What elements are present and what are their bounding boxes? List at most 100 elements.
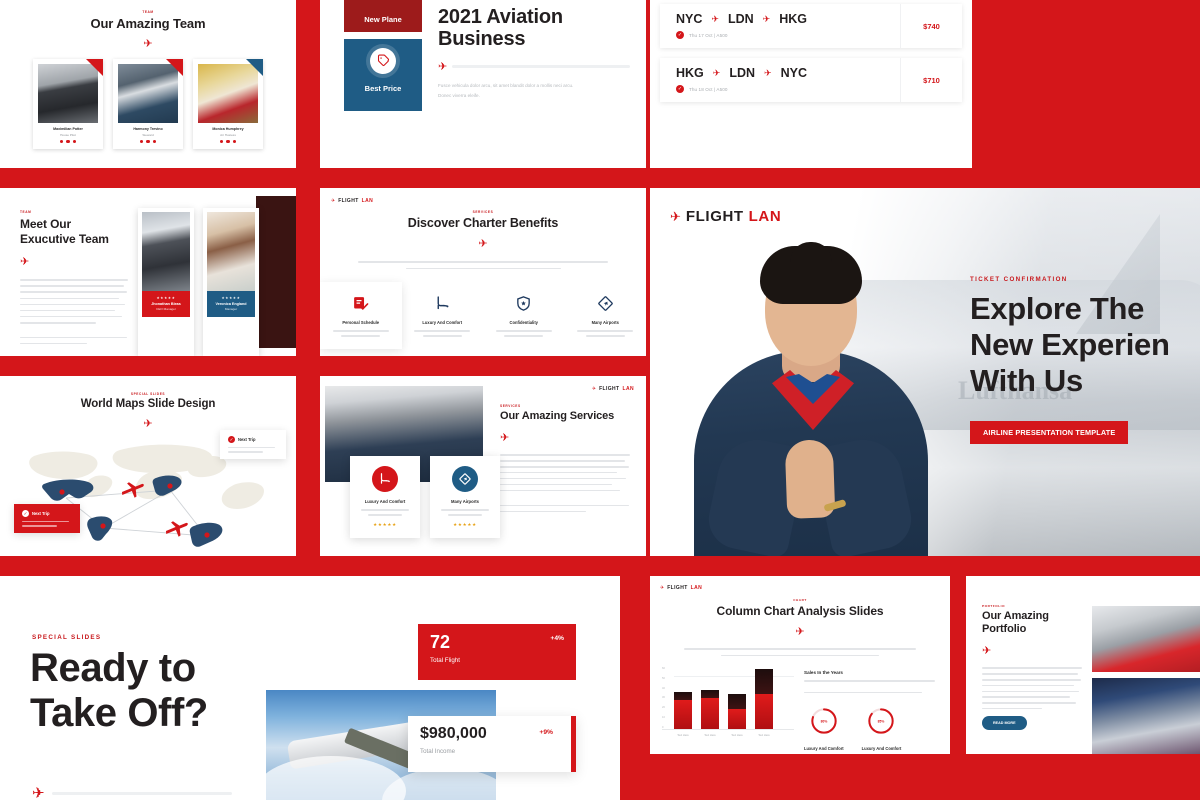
slide-hero-explore[interactable]: Lufthansa ✈ FLIGHT LAN TICKET CONFIRMATIO… <box>650 188 1200 556</box>
airplane-icon: ✈ <box>764 67 772 78</box>
brand-logo[interactable]: ✈ FLIGHT LAN <box>660 585 702 591</box>
bar-column[interactable] <box>728 694 746 730</box>
brand-logo[interactable]: ✈ FLIGHT LAN <box>670 208 781 225</box>
ticket-price[interactable]: $740 <box>900 4 962 48</box>
service-label: Luxury And Comfort <box>364 499 406 504</box>
corner-accent-icon <box>86 59 103 76</box>
body-text-placeholder <box>20 279 128 345</box>
brand-logo[interactable]: ✈ FLIGHT LAN <box>592 386 634 392</box>
airport-diamond-icon <box>452 466 478 492</box>
benefit-confidentiality[interactable]: Confidentiality <box>483 282 565 349</box>
y-tick: 30 <box>662 696 665 700</box>
slide-column-chart[interactable]: ✈ FLIGHT LAN CHART Column Chart Analysis … <box>650 576 950 754</box>
slide-our-services[interactable]: ✈ FLIGHT LAN SERVICES Our Amazing Service… <box>320 376 646 556</box>
slide-ready-to-take-off[interactable]: SPECIAL SLIDES Ready to Take Off? ✈ +4% … <box>0 576 620 800</box>
social-dots[interactable] <box>118 139 178 143</box>
benefit-personal-schedule[interactable]: Personal Schedule <box>320 282 402 349</box>
tile-best-price[interactable]: Best Price <box>344 39 422 111</box>
kpi-total-flight[interactable]: +4% 72 Total Flight <box>418 624 576 680</box>
chart-side-heading: Sales In the Years <box>804 670 843 676</box>
benefit-luxury-comfort[interactable]: Luxury And Comfort <box>402 282 484 349</box>
tile-new-plane[interactable]: New Plane <box>344 0 422 32</box>
rating-stars: ★★★★★ <box>221 296 241 300</box>
rating-stars: ★★★★★ <box>453 521 477 527</box>
bar-column[interactable] <box>701 690 719 730</box>
donut-luxury-1[interactable]: 80% Luxury And Comfort <box>804 706 844 751</box>
executive-role: Manager <box>224 307 238 311</box>
divider-bar <box>452 64 630 68</box>
plane-divider-icon: ✈ <box>795 626 805 638</box>
ticket-meta: Thu 17 Oct | A500 <box>689 32 728 38</box>
member-name: Monica Humphrey <box>212 127 244 131</box>
tile-new-plane-label: New Plane <box>364 15 402 24</box>
plane-divider-icon: ✈ <box>478 238 488 250</box>
ticket-meta: Thu 18 Oct | A500 <box>689 86 728 92</box>
chart-eyebrow: CHART <box>793 598 807 602</box>
brand-name-second: LAN <box>690 585 703 591</box>
hero-line-3: With Us <box>970 362 1083 398</box>
team-card-list: Maximilian Potter House Pilot Harmony Tr… <box>14 59 282 149</box>
y-tick: 60 <box>662 667 665 671</box>
slide-portfolio[interactable]: PORTFOLIO Our Amazing Portfolio ✈ READ M… <box>966 576 1200 754</box>
bar-column[interactable] <box>755 669 773 730</box>
ticket-price[interactable]: $710 <box>900 58 962 102</box>
executive-name: Jhonathan Bleas <box>151 302 181 306</box>
portfolio-image-propeller[interactable] <box>1092 678 1200 754</box>
aviation-title: 2021 Aviation Business <box>438 6 563 51</box>
ticket-row[interactable]: HKG ✈ LDN ✈ NYC ✓ Thu 18 Oct | A500 $710 <box>660 58 962 102</box>
route-codes: NYC ✈ LDN ✈ HKG <box>676 12 890 26</box>
y-tick: 50 <box>662 676 665 680</box>
service-card-luxury[interactable]: Luxury And Comfort ★★★★★ <box>350 456 420 538</box>
brand-name-first: FLIGHT <box>338 198 359 204</box>
checklist-icon <box>328 292 394 314</box>
bar-column[interactable] <box>674 692 692 730</box>
brand-name-second: LAN <box>622 386 634 392</box>
donut-percent: 80% <box>820 720 827 724</box>
kpi-total-income[interactable]: +9% $980,000 Total Income <box>408 716 576 772</box>
map-tooltip-red[interactable]: ✓ Next Trip <box>14 504 80 533</box>
portfolio-eyebrow: PORTFOLIO <box>982 604 1006 608</box>
world-map[interactable]: ✓ Next Trip ✓ Next Trip <box>0 430 296 552</box>
slide-executive-team[interactable]: TEAM Meet Our Exucutive Team ✈ ★★★★★ Jho… <box>0 188 296 356</box>
service-desc <box>358 509 412 516</box>
team-card[interactable]: Monica Humphrey Air Hostess <box>193 59 263 149</box>
hero-line-1: Explore The <box>970 291 1145 326</box>
bar-chart-plot: 60 50 40 30 20 10 0 <box>662 667 794 731</box>
social-dots[interactable] <box>198 139 258 143</box>
slide-our-amazing-team[interactable]: TEAM Our Amazing Team ✈ Maximilian Potte… <box>0 0 296 168</box>
y-tick: 40 <box>662 686 665 690</box>
benefit-desc <box>328 330 394 337</box>
chart-body-placeholder <box>684 648 916 657</box>
portfolio-image-cabin[interactable] <box>1092 606 1200 672</box>
maps-eyebrow: SPECIAL SLIDES <box>130 392 166 396</box>
donut-chart-icon: 80% <box>811 708 837 734</box>
route-codes: HKG ✈ LDN ✈ NYC <box>676 66 890 80</box>
slide-flight-tickets[interactable]: NYC ✈ LDN ✈ HKG ✓ Thu 17 Oct | A500 $740 <box>650 0 972 168</box>
team-card[interactable]: Maximilian Potter House Pilot <box>33 59 103 149</box>
service-card-list: Luxury And Comfort ★★★★★ Many Airports ★… <box>350 456 500 538</box>
executive-card[interactable]: ★★★★★ Veronica England Manager <box>203 208 259 356</box>
donut-luxury-2[interactable]: 85% Luxury And Comfort <box>862 706 901 751</box>
service-card-airports[interactable]: Many Airports ★★★★★ <box>430 456 500 538</box>
portfolio-read-more-button[interactable]: READ MORE <box>982 716 1027 730</box>
rating-stars: ★★★★★ <box>373 521 397 527</box>
brand-logo[interactable]: ✈ FLIGHT LAN <box>331 198 373 204</box>
slide-world-maps[interactable]: SPECIAL SLIDES World Maps Slide Design ✈ <box>0 376 296 556</box>
executive-card[interactable]: ★★★★★ Jhonathan Bleas CEO Manager <box>138 208 194 356</box>
slide-charter-benefits[interactable]: ✈ FLIGHT LAN SERVICES Discover Charter Be… <box>320 188 646 356</box>
ticket-row[interactable]: NYC ✈ LDN ✈ HKG ✓ Thu 17 Oct | A500 $740 <box>660 4 962 48</box>
map-tooltip-white[interactable]: ✓ Next Trip <box>220 430 286 459</box>
executive-name: Veronica England <box>215 302 247 306</box>
tooltip-title: Next Trip <box>32 511 50 516</box>
ready-eyebrow: SPECIAL SLIDES <box>32 634 102 641</box>
team-card[interactable]: Harmony Trevino Steward <box>113 59 183 149</box>
slide-aviation-business[interactable]: New Plane Best Price 2021 Aviation Busin… <box>320 0 646 168</box>
x-tick: Text Here <box>704 734 716 738</box>
social-dots[interactable] <box>38 139 98 143</box>
ready-line-1: Ready to <box>30 646 196 690</box>
portfolio-body-placeholder <box>982 667 1082 710</box>
benefit-many-airports[interactable]: Many Airports <box>565 282 647 349</box>
member-name: Maximilian Potter <box>53 127 83 131</box>
hero-cta-button[interactable]: AIRLINE PRESENTATION TEMPLATE <box>970 420 1129 444</box>
bar-chart[interactable]: 60 50 40 30 20 10 0 Text Here Text Here … <box>662 668 794 751</box>
